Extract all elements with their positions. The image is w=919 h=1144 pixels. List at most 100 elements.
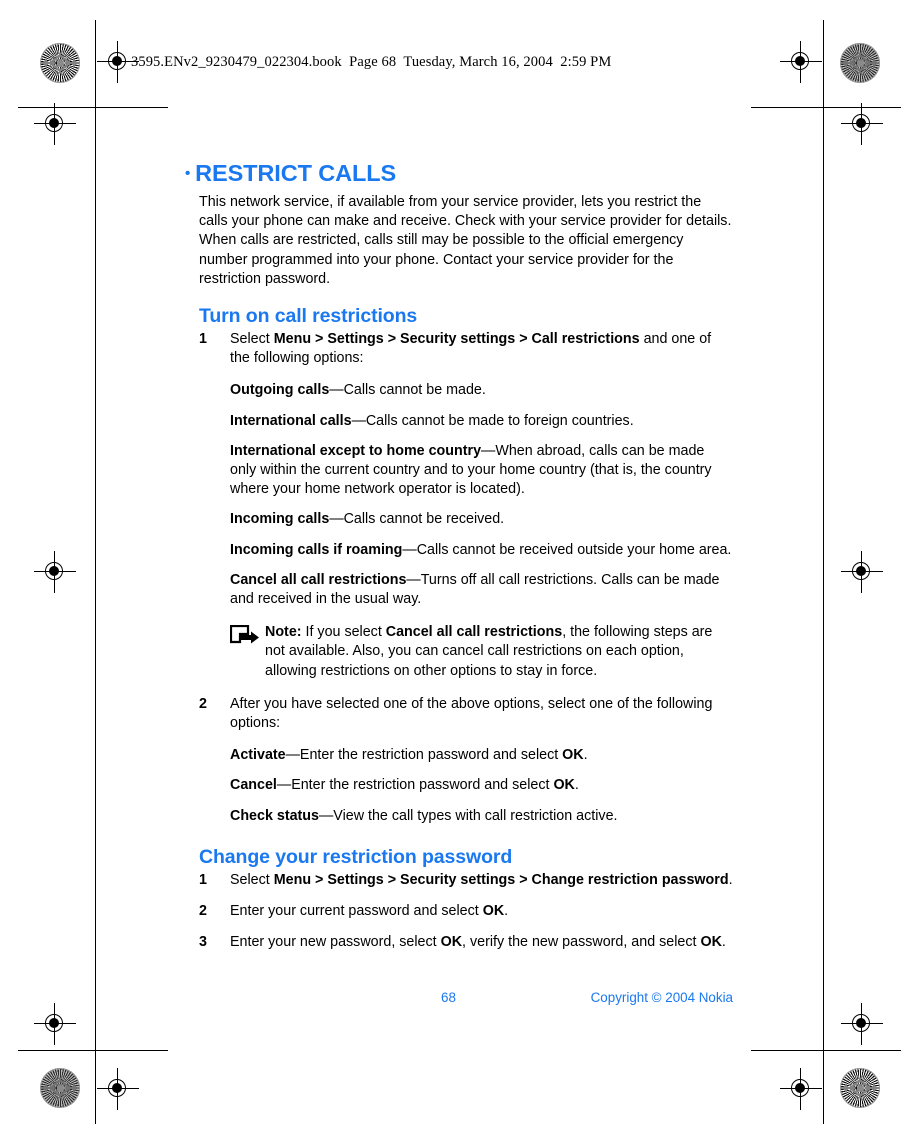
step-text: Enter your current password and select O… <box>230 902 733 921</box>
registration-target-top-right-inner <box>841 103 883 145</box>
option-term: Cancel all call restrictions <box>230 571 407 588</box>
step-text: Enter your new password, select OK, veri… <box>230 933 733 952</box>
registration-target-bottom-right-inner <box>841 1003 883 1045</box>
note-emphasis: Cancel all call restrictions <box>385 624 563 641</box>
action-suffix: . <box>574 777 579 794</box>
step-number: 2 <box>199 695 207 712</box>
trim-line-bottom-right <box>751 1050 901 1051</box>
step-mid: , verify the new password, and select <box>462 934 701 951</box>
note-text-before: If you select <box>301 624 386 641</box>
ok-key: OK <box>440 934 463 951</box>
step-1-turn-on: 1 Select Menu > Settings > Security sett… <box>199 330 733 368</box>
chapter-intro-paragraph: This network service, if available from … <box>199 194 732 287</box>
ok-key-second: OK <box>700 934 722 951</box>
option-description: Calls cannot be made. <box>343 382 486 399</box>
option-term: Outgoing calls <box>230 382 330 399</box>
step-lead: Enter your current password and select <box>230 903 483 920</box>
step-lead: Select <box>230 331 274 348</box>
trim-line-left <box>95 20 96 1124</box>
step-number: 1 <box>199 331 207 348</box>
section-title-turn-on-call-restrictions: Turn on call restrictions <box>199 305 418 328</box>
step-tail: . <box>721 934 726 951</box>
option-description: Calls cannot be made to foreign countrie… <box>365 412 634 429</box>
action-description: View the call types with call restrictio… <box>333 807 618 824</box>
action-activate: Activate—Enter the restriction password … <box>230 735 733 765</box>
chapter-title-text: RESTRICT CALLS <box>195 160 397 186</box>
note-arrow-icon <box>229 625 260 647</box>
option-term: Incoming calls <box>230 511 330 528</box>
step-text: After you have selected one of the above… <box>230 695 713 732</box>
density-star-mark-top-right <box>840 43 880 83</box>
action-description: Enter the restriction password and selec… <box>291 777 554 794</box>
option-dash: — <box>329 511 344 528</box>
option-international-calls: International calls—Calls cannot be made… <box>230 401 733 431</box>
registration-target-bottom-left-inner <box>34 1003 76 1045</box>
option-international-except-home-country: International except to home country—Whe… <box>230 431 733 500</box>
registration-target-bottom-right-outer <box>780 1068 822 1110</box>
menu-path: Menu > Settings > Security settings > Ca… <box>273 331 640 348</box>
chapter-title: • RESTRICT CALLS <box>185 160 733 187</box>
action-dash: — <box>319 807 334 824</box>
action-term: Check status <box>230 807 319 824</box>
section-title-change-restriction-password: Change your restriction password <box>199 845 513 868</box>
trim-line-top-left <box>18 107 168 108</box>
step-number: 3 <box>199 934 207 951</box>
density-star-mark-bottom-right <box>840 1068 880 1108</box>
action-key: OK <box>553 777 575 794</box>
registration-target-bottom-left-outer <box>97 1068 139 1110</box>
step-lead: Enter your new password, select <box>230 934 441 951</box>
step-tail: . <box>504 903 509 920</box>
option-term: Incoming calls if roaming <box>230 541 403 558</box>
action-check-status: Check status—View the call types with ca… <box>230 796 733 826</box>
option-description: Calls cannot be received. <box>343 511 505 528</box>
trim-line-bottom-left <box>18 1050 168 1051</box>
step-3-change-password: 3 Enter your new password, select OK, ve… <box>199 933 733 952</box>
change-password-steps: 1 Select Menu > Settings > Security sett… <box>199 871 733 953</box>
registration-target-middle-right <box>841 551 883 593</box>
step-text: Select Menu > Settings > Security settin… <box>230 871 733 890</box>
option-dash: — <box>351 412 366 429</box>
option-incoming-calls: Incoming calls—Calls cannot be received. <box>230 499 733 529</box>
action-dash: — <box>285 747 300 764</box>
running-header-text: 3595.ENv2_9230479_022304.book Page 68 Tu… <box>131 54 612 70</box>
step-number: 2 <box>199 903 207 920</box>
trim-line-top-right <box>751 107 901 108</box>
page-number: 68 <box>441 990 456 1005</box>
option-description: Calls cannot be received outside your ho… <box>416 541 732 558</box>
density-star-mark-top-left <box>40 43 80 83</box>
option-outgoing-calls: Outgoing calls—Calls cannot be made. <box>230 370 733 400</box>
step-1-change-password: 1 Select Menu > Settings > Security sett… <box>199 871 733 890</box>
step-2-turn-on: 2 After you have selected one of the abo… <box>199 695 733 733</box>
option-dash: — <box>329 382 344 399</box>
density-star-mark-bottom-left <box>40 1068 80 1108</box>
trim-line-right <box>823 20 824 1124</box>
option-cancel-all-call-restrictions: Cancel all call restrictions—Turns off a… <box>230 560 733 609</box>
page-content: • RESTRICT CALLS This network service, if… <box>185 160 733 953</box>
option-dash: — <box>406 571 421 588</box>
option-incoming-calls-if-roaming: Incoming calls if roaming—Calls cannot b… <box>230 530 733 560</box>
registration-target-top-left-outer <box>97 41 139 83</box>
step-number: 1 <box>199 871 207 888</box>
action-description: Enter the restriction password and selec… <box>299 747 563 764</box>
action-key: OK <box>562 747 584 764</box>
registration-target-top-left-inner <box>34 103 76 145</box>
chapter-bullet-icon: • <box>185 165 191 182</box>
registration-target-middle-left <box>34 551 76 593</box>
note-label: Note: <box>265 624 302 641</box>
ok-key: OK <box>482 903 505 920</box>
menu-path: Menu > Settings > Security settings > Ch… <box>273 871 729 888</box>
step-lead: Select <box>230 871 274 888</box>
step-2-change-password: 2 Enter your current password and select… <box>199 902 733 921</box>
note-callout: Note: If you select Cancel all call rest… <box>229 623 733 681</box>
option-term: International except to home country <box>230 442 482 459</box>
action-dash: — <box>276 777 292 794</box>
step-tail: . <box>728 871 733 888</box>
note-body: Note: If you select Cancel all call rest… <box>265 624 712 678</box>
registration-target-top-right-outer <box>780 41 822 83</box>
option-dash: — <box>402 541 417 558</box>
option-term: International calls <box>230 412 352 429</box>
step-text: Select Menu > Settings > Security settin… <box>230 330 733 368</box>
action-suffix: . <box>583 747 588 764</box>
document-page: 3595.ENv2_9230479_022304.book Page 68 Tu… <box>0 0 919 1144</box>
action-term: Cancel <box>230 777 277 794</box>
